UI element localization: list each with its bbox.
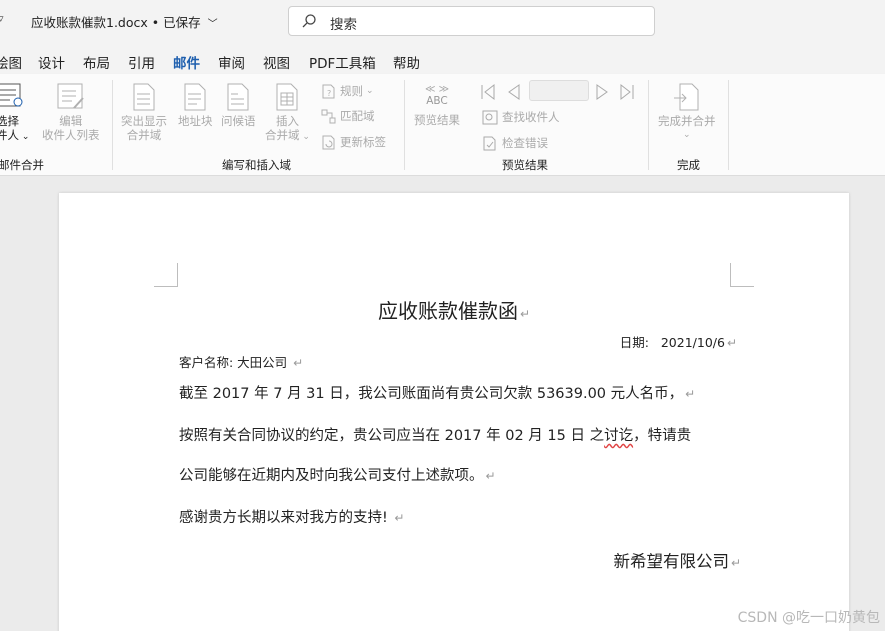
- ribbon-tabs: 绘图 设计 布局 引用 邮件 审阅 视图 PDF工具箱 帮助: [0, 44, 885, 77]
- finish-merge-icon: [673, 83, 699, 111]
- letter-heading: 应收账款催款函 ↵: [377, 299, 531, 323]
- match-fields-button[interactable]: 匹配域: [321, 108, 375, 124]
- greeting-line-button[interactable]: 问候语: [221, 82, 256, 128]
- search-placeholder: 搜索: [330, 17, 357, 33]
- body-line-3: 公司能够在近期内及时向我公司支付上述款项。 ↵: [179, 468, 496, 484]
- watermark: CSDN @吃一口奶黄包: [737, 610, 880, 626]
- find-recipient-button[interactable]: 查找收件人: [482, 109, 560, 125]
- document-canvas: 应收账款催款函 ↵ 日期: 2021/10/6 ↵ 客户名称: 大田公司 ↵ 截至 …: [0, 176, 885, 631]
- ribbon-divider: [728, 80, 729, 170]
- tab-design[interactable]: 设计: [38, 52, 65, 72]
- tab-draw[interactable]: 绘图: [0, 52, 22, 72]
- quick-access-dropdown-icon[interactable]: ▿: [0, 12, 4, 25]
- document-page[interactable]: 应收账款催款函 ↵ 日期: 2021/10/6 ↵ 客户名称: 大田公司 ↵ 截至 …: [59, 193, 849, 631]
- abc-icon: ABC: [426, 95, 448, 107]
- insert-merge-field-button[interactable]: 插入 合并域 ⌄: [265, 82, 310, 144]
- chevron-down-icon: ﹀: [207, 19, 218, 30]
- select-recipients-button[interactable]: 选择 件人 ⌄: [0, 82, 29, 144]
- document-title[interactable]: 应收账款催款1.docx • 已保存 ﹀: [31, 12, 218, 31]
- address-block-icon: [184, 83, 206, 111]
- group-label-preview: 预览结果: [502, 158, 548, 172]
- ribbon-divider: [112, 80, 113, 170]
- tab-references[interactable]: 引用: [128, 52, 155, 72]
- group-label-write-insert: 编写和插入域: [222, 158, 291, 172]
- search-input[interactable]: 搜索: [288, 6, 655, 36]
- letter-date: 日期: 2021/10/6 ↵: [619, 335, 737, 350]
- spelling-error-word[interactable]: 讨讫: [604, 428, 633, 444]
- doc-name: 应收账款催款1.docx: [31, 15, 148, 30]
- tab-mailings[interactable]: 邮件: [173, 52, 200, 77]
- group-label-finish: 完成: [677, 158, 700, 172]
- greeting-line-icon: [227, 83, 249, 111]
- recipients-icon: [0, 83, 23, 107]
- update-labels-icon: [322, 135, 335, 149]
- next-record-controls[interactable]: [595, 82, 645, 102]
- finish-merge-button[interactable]: 完成并合并 ⌄: [658, 82, 716, 142]
- tab-pdf-toolbox[interactable]: PDF工具箱: [309, 52, 376, 72]
- ribbon-divider: [648, 80, 649, 170]
- check-errors-button[interactable]: 检查错误: [482, 135, 548, 151]
- highlight-fields-icon: [133, 83, 155, 111]
- customer-name: 客户名称: 大田公司 ↵: [179, 355, 304, 370]
- address-block-button[interactable]: 地址块: [178, 82, 213, 128]
- record-number-input[interactable]: [529, 80, 589, 101]
- tab-review[interactable]: 审阅: [218, 52, 245, 72]
- edit-recipient-list-button[interactable]: 编辑 收件人列表: [42, 82, 100, 142]
- rules-button[interactable]: ? 规则 ⌄: [321, 83, 374, 99]
- margin-corner-mark: [730, 263, 754, 287]
- margin-corner-mark: [154, 263, 178, 287]
- ribbon-divider: [404, 80, 405, 170]
- edit-list-icon: [57, 83, 84, 109]
- insert-field-icon: [276, 83, 298, 111]
- group-label-mail-merge: 邮件合并: [0, 158, 44, 172]
- body-line-2: 按照有关合同协议的约定，贵公司应当在 2017 年 02 月 15 日 之讨讫，…: [179, 428, 692, 444]
- update-labels-button[interactable]: 更新标签: [321, 134, 386, 150]
- ribbon-mailings: 选择 件人 ⌄ 编辑 收件人列表 邮件合并 突出显示 合并域 地址块 问候语 插…: [0, 74, 885, 176]
- find-recipient-icon: [482, 110, 498, 124]
- tab-layout[interactable]: 布局: [83, 52, 110, 72]
- preview-results-button[interactable]: ≪ ≫ ABC 预览结果: [414, 84, 460, 127]
- tab-view[interactable]: 视图: [263, 52, 290, 72]
- title-bar: ▿ 应收账款催款1.docx • 已保存 ﹀ 搜索: [0, 0, 885, 44]
- next-last-icons: [596, 83, 634, 101]
- company-signature: 新希望有限公司 ↵: [613, 552, 741, 571]
- match-fields-icon: [321, 109, 336, 123]
- search-icon: [302, 14, 316, 28]
- body-line-4: 感谢贵方长期以来对我方的支持! ↵: [179, 510, 405, 526]
- rules-icon: ?: [322, 84, 335, 98]
- body-line-1: 截至 2017 年 7 月 31 日，我公司账面尚有贵公司欠款 53639.00…: [179, 386, 696, 402]
- tab-help[interactable]: 帮助: [393, 52, 420, 72]
- highlight-merge-fields-button[interactable]: 突出显示 合并域: [121, 82, 167, 142]
- check-errors-icon: [483, 136, 496, 150]
- save-status: • 已保存: [151, 15, 201, 30]
- svg-text:?: ?: [327, 89, 331, 98]
